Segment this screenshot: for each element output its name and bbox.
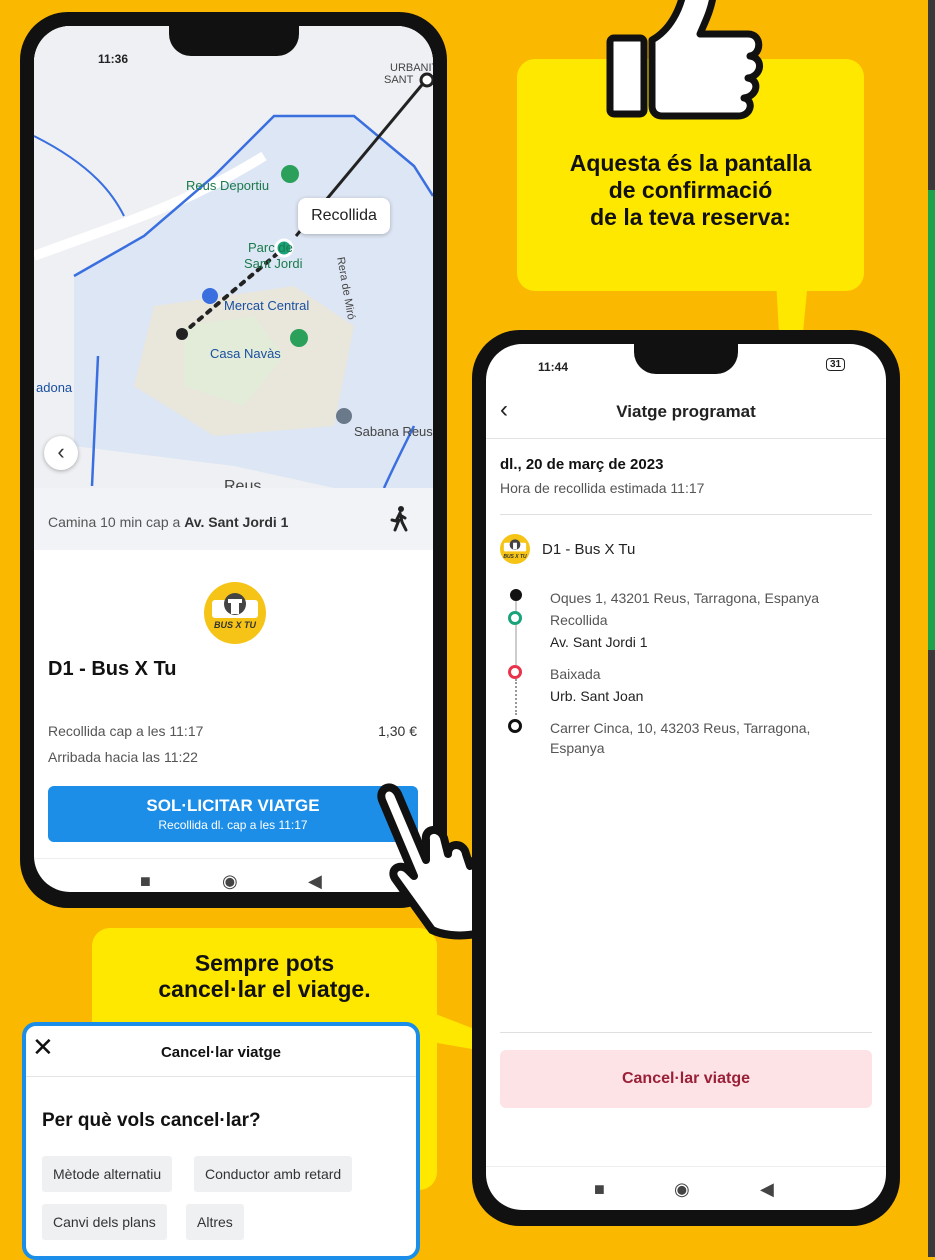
service-name: D1 - Bus X Tu [542, 541, 636, 558]
map-label: Sabana Reus [354, 424, 433, 439]
right-edge-stripe [928, 0, 935, 1257]
trip-date: dl., 20 de març de 2023 [500, 456, 664, 473]
home-button[interactable]: ◉ [222, 871, 238, 892]
sheet-title: Cancel·lar viatge [160, 1044, 282, 1061]
pickup-address: Av. Sant Jordi 1 [550, 634, 648, 650]
thumbs-up-icon [606, 0, 763, 120]
cancel-reason-sheet: ✕ Cancel·lar viatge Per què vols cancel·… [22, 1022, 420, 1260]
service-title: D1 - Bus X Tu [48, 658, 177, 680]
camera-notch [169, 26, 299, 56]
origin-address: Oques 1, 43201 Reus, Tarragona, Espanya [550, 590, 820, 606]
recents-button[interactable]: ■ [594, 1179, 605, 1200]
walk-instruction: Camina 10 min cap a Av. Sant Jordi 1 [48, 514, 289, 530]
back-button[interactable]: ◀ [308, 871, 322, 892]
destination-address-cont: Espanya [550, 740, 605, 756]
home-button[interactable]: ◉ [674, 1179, 690, 1200]
screen-header: ‹ Viatge programat [486, 388, 886, 439]
map-back-button[interactable]: ‹ [44, 436, 78, 470]
destination-dot [508, 719, 522, 733]
map-label: URBANIT. [390, 62, 433, 74]
status-time: 11:36 [98, 52, 129, 66]
confirmation-caption: Aquesta és la pantalla de confirmació de l… [569, 150, 812, 230]
origin-dot [510, 589, 522, 601]
reason-chip[interactable]: Mètode alternatiu [42, 1156, 173, 1192]
recents-button[interactable]: ■ [140, 871, 151, 892]
pickup-dot [508, 611, 522, 625]
dropoff-dot [508, 665, 522, 679]
trip-price: 1,30 € [378, 723, 417, 739]
walking-icon [390, 506, 408, 532]
logo-text: BUS X TU [503, 554, 527, 560]
cancel-question: Per què vols cancel·lar? [42, 1110, 261, 1131]
battery-indicator: 31 [826, 358, 846, 371]
divider [500, 1032, 872, 1033]
map-label: Parc de [248, 240, 293, 255]
destination-address: Carrer Cinca, 10, 43203 Reus, Tarragona, [550, 720, 811, 736]
map-label: Reus Deportiu [186, 178, 270, 193]
pickup-time: Recollida cap a les 11:17 [48, 723, 204, 739]
divider [26, 1076, 416, 1077]
dropoff-address: Urb. Sant Joan [550, 688, 644, 704]
reason-chip[interactable]: Altres [186, 1204, 244, 1240]
map-label: Mercat Central [224, 298, 310, 313]
pickup-label: Recollida [550, 612, 608, 628]
walk-instruction-bar: Camina 10 min cap a Av. Sant Jordi 1 [34, 488, 433, 550]
dropoff-label: Baixada [550, 666, 601, 682]
route-map[interactable]: 11:36 Reus Deportiu Parc de Sant Jordi M… [34, 26, 433, 495]
phone-confirmation-screen: 11:44 31 ‹ Viatge programat dl., 20 de m… [472, 330, 900, 1226]
estimated-pickup: Hora de recollida estimada 11:17 [500, 480, 705, 496]
map-label: Casa Navàs [210, 346, 281, 361]
logo-text: BUS X TU [213, 620, 256, 630]
arrival-time: Arribada hacia las 11:22 [48, 749, 198, 765]
map-label: adona [36, 380, 73, 395]
pickup-bubble: Recollida [298, 198, 390, 234]
camera-notch [634, 344, 738, 374]
confirmation-screen: 11:44 31 ‹ Viatge programat dl., 20 de m… [486, 344, 886, 1210]
android-nav-bar: ■ ◉ ◀ [486, 1166, 886, 1210]
booking-screen: 11:36 Reus Deportiu Parc de Sant Jordi M… [34, 26, 433, 892]
cancel-trip-button[interactable]: Cancel·lar viatge [500, 1050, 872, 1108]
bus-x-tu-logo-small: BUS X TU [500, 534, 530, 564]
divider [500, 514, 872, 515]
back-button[interactable]: ◀ [760, 1179, 774, 1200]
status-time: 11:44 [538, 360, 569, 374]
reason-chip[interactable]: Conductor amb retard [194, 1156, 353, 1192]
map-label: Sant Jordi [244, 256, 303, 271]
screen-title: Viatge programat [616, 402, 756, 421]
map-label: SANT [384, 74, 414, 86]
reason-chip[interactable]: Canvi dels plans [42, 1204, 167, 1240]
bus-x-tu-logo: BUS X TU [204, 582, 266, 644]
cancel-caption: Sempre pots cancel·lar el viatge. [158, 950, 371, 1002]
